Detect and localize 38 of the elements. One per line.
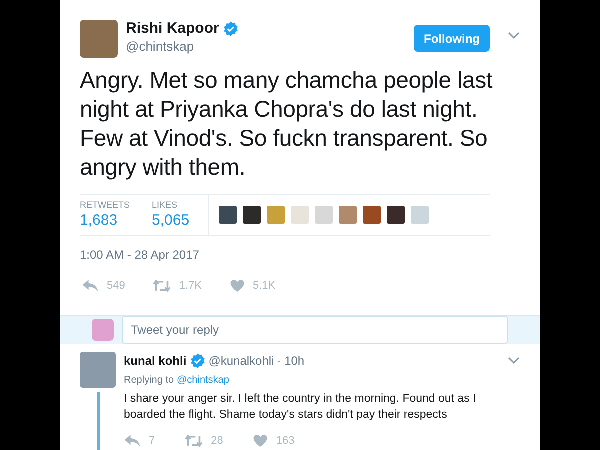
chevron-down-icon[interactable] bbox=[508, 32, 520, 40]
retweet-icon bbox=[153, 279, 172, 294]
tweet-text: Angry. Met so many chamcha people last night at Priyanka Chopra's do last night. Few at Vinod's. So fuckn transparent. So angry with them. bbox=[80, 66, 494, 182]
stat-count[interactable]: 5,065 bbox=[152, 211, 190, 230]
liker-avatar-placeholder[interactable] bbox=[362, 206, 381, 224]
reply-button[interactable]: 7 bbox=[124, 432, 156, 449]
reply-text: I share your anger sir. I left the country in the morning. Found out as I boarded the flight. Shame today's stars didn't pay their respects bbox=[124, 392, 478, 422]
stat-label: RETWEETS bbox=[80, 200, 130, 211]
author-name[interactable]: Rishi Kapoor bbox=[126, 20, 220, 38]
like-button[interactable]: 163 bbox=[253, 432, 295, 449]
reply-button[interactable]: 549 bbox=[82, 278, 126, 294]
liker-avatar-placeholder[interactable] bbox=[218, 206, 237, 224]
stat-label: LIKES bbox=[152, 200, 179, 211]
replying-label: Replying to bbox=[124, 374, 174, 388]
reply-arrow-icon bbox=[82, 279, 99, 294]
reply-time: · 10h bbox=[277, 352, 305, 370]
liker-avatar-placeholder[interactable] bbox=[386, 206, 405, 224]
heart-icon bbox=[230, 279, 245, 294]
profile-photo-placeholder bbox=[80, 20, 118, 58]
reply-avatar-placeholder bbox=[80, 352, 116, 388]
retweet-button[interactable]: 1.7K bbox=[153, 278, 202, 294]
replying-to-link[interactable]: @chintskap bbox=[177, 372, 230, 388]
retweet-icon bbox=[185, 434, 204, 448]
stat-count[interactable]: 1,683 bbox=[80, 211, 130, 230]
retweet-button[interactable]: 28 bbox=[185, 432, 224, 449]
author-handle[interactable]: @chintskap bbox=[126, 38, 240, 56]
reply-author-handle[interactable]: @kunalkohli bbox=[208, 352, 274, 370]
chevron-down-icon[interactable] bbox=[508, 356, 520, 364]
thread-line bbox=[96, 392, 100, 450]
reply-input-field[interactable]: Tweet your reply bbox=[122, 316, 508, 344]
reply-author-name[interactable]: kunal kohli bbox=[124, 352, 187, 370]
liker-avatar-placeholder[interactable] bbox=[242, 206, 261, 224]
reply-arrow-icon bbox=[124, 434, 141, 448]
tweet-timestamp: 1:00 AM - 28 Apr 2017 bbox=[80, 247, 200, 264]
user-avatar-placeholder bbox=[92, 318, 114, 340]
heart-icon bbox=[253, 434, 268, 448]
like-button[interactable]: 5.1K bbox=[230, 278, 276, 294]
following-button[interactable]: Following bbox=[414, 25, 490, 52]
